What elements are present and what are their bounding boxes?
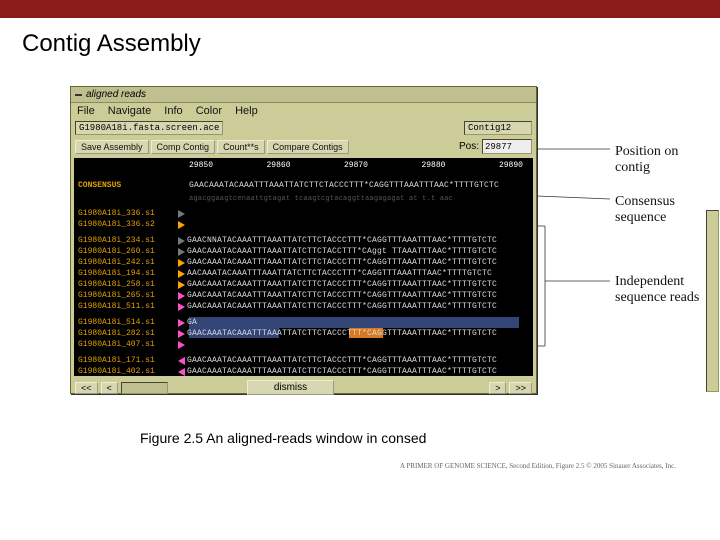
annotation-position: Position oncontig [615, 144, 678, 176]
read-sequence: GAACAAATACAAATTTAAATTATCTTCTACCCTTT*CAGG… [187, 279, 497, 290]
read-direction-icon [178, 330, 185, 338]
read-sequence: GAACAAATACAAATTTAAATTATCTTCTACCCTTT*CAGG… [187, 355, 497, 366]
read-label: G1980A18i_407.s1 [78, 339, 178, 350]
compare-contigs-button[interactable]: Compare Contigs [267, 140, 349, 154]
consensus-sequence: GAACAAATACAAATTTAAATTATCTTCTACCCTTT*CAGG… [189, 180, 499, 191]
consed-aligned-reads-window: aligned reads File Navigate Info Color H… [70, 86, 537, 394]
read-row[interactable]: G1980A18i_282.s1 GAACAAATACAAATTTAAATTATC… [74, 328, 533, 339]
figure-credit: A PRIMER OF GENOME SCIENCE, Second Editi… [400, 462, 676, 470]
read-direction-icon [178, 210, 185, 218]
read-row[interactable]: G1980A18i_234.s1 GAACNNATACAAATTTAAATTATC… [74, 235, 533, 246]
window-title: aligned reads [86, 89, 146, 100]
menu-info[interactable]: Info [164, 105, 182, 117]
read-direction-icon [178, 292, 185, 300]
read-direction-icon [178, 248, 185, 256]
slide-title: Contig Assembly [22, 30, 720, 58]
read-row[interactable]: G1980A18i_194.s1 AACAAATACAAATTTAAATTATCT… [74, 268, 533, 279]
read-label: G1980A18i_260.s1 [78, 246, 178, 257]
read-direction-icon [178, 237, 185, 245]
position-ruler: 2985029860298702988029890 [189, 160, 523, 171]
annotation-reads: Independentsequence reads [615, 274, 699, 306]
read-label: G1980A18i_511.s1 [78, 301, 178, 312]
read-sequence: GAACAAATACAAATTTAAATTATCTTCTACCCTTT*CAGG… [187, 366, 497, 376]
read-row[interactable]: G1980A18i_242.s1 GAACAAATACAAATTTAAATTATC… [74, 257, 533, 268]
horizontal-scrollbar-track[interactable] [121, 382, 168, 394]
grey-band: agacggaagtcenaattgtagat tcaagtcgtacaggtt… [189, 194, 453, 205]
window-menu-icon [75, 94, 82, 96]
read-label: G1980A18i_258.s1 [78, 279, 178, 290]
ace-file-name: G1980A18i.fasta.screen.ace [75, 121, 223, 135]
nav-right-fast-button[interactable]: >> [509, 382, 532, 394]
comp-contig-button[interactable]: Comp Contig [151, 140, 216, 154]
dismiss-button[interactable]: dismiss [247, 380, 334, 395]
read-direction-icon [178, 270, 185, 278]
read-direction-icon [178, 281, 185, 289]
read-label: G1980A18i_242.s1 [78, 257, 178, 268]
read-row[interactable]: G1980A18i_511.s1 GAACAAATACAAATTTAAATTATC… [74, 301, 533, 312]
vertical-scrollbar[interactable] [706, 210, 719, 392]
read-label: G1980A18i_402.s1 [78, 366, 178, 376]
menu-file[interactable]: File [77, 105, 95, 117]
read-sequence: GAACAAATACAAATTTAAATTATCTTCTACCCTTT*CAGG… [187, 301, 497, 312]
read-sequence: GAACAAATACAAATTTAAATTATCTTCTACCCTTT*CAGG… [187, 257, 497, 268]
nav-left-fast-button[interactable]: << [75, 382, 98, 394]
read-row[interactable]: G1980A18i_402.s1 GAACAAATACAAATTTAAATTATC… [74, 366, 533, 376]
read-row[interactable]: G1980A18i_258.s1 GAACAAATACAAATTTAAATTATC… [74, 279, 533, 290]
read-direction-icon [178, 259, 185, 267]
read-sequence: GAACAAATACAAATTTAAATTATCTTCTACCTTT*CAggt… [187, 246, 497, 257]
read-direction-icon [178, 303, 185, 311]
read-sequence: GAACNNATACAAATTTAAATTATCTTCTACCCTTT*CAGG… [187, 235, 497, 246]
read-row[interactable]: G1980A18i_407.s1 [74, 339, 533, 350]
read-label: G1980A18i_194.s1 [78, 268, 178, 279]
read-row[interactable]: G1980A18i_336.s2 [74, 219, 533, 230]
read-direction-icon [178, 319, 185, 327]
read-sequence: GA [187, 317, 197, 328]
read-label: G1980A18i_171.s1 [78, 355, 178, 366]
read-row[interactable]: G1980A18i_514.s1 GA [74, 317, 533, 328]
read-sequence: AACAAATACAAATTTAAATTATCTTCTACCCTTT*CAGGT… [187, 268, 492, 279]
menu-color[interactable]: Color [196, 105, 222, 117]
menu-help[interactable]: Help [235, 105, 258, 117]
pos-input[interactable] [482, 139, 532, 154]
figure-caption: Figure 2.5 An aligned-reads window in co… [140, 430, 426, 446]
read-row[interactable]: G1980A18i_260.s1 GAACAAATACAAATTTAAATTATC… [74, 246, 533, 257]
read-label: G1980A18i_265.s1 [78, 290, 178, 301]
read-sequence: GAACAAATACAAATTTAAATTATCTTCTACCCTTT*CAGG… [187, 328, 497, 339]
contig-name: Contig12 [464, 121, 532, 135]
read-label: G1980A18i_514.s1 [78, 317, 178, 328]
read-direction-icon [178, 341, 185, 349]
read-direction-icon [178, 368, 185, 376]
read-sequence: GAACAAATACAAATTTAAATTATCTTCTACCCTTT*CAGG… [187, 290, 497, 301]
read-row[interactable]: G1980A18i_171.s1 GAACAAATACAAATTTAAATTATC… [74, 355, 533, 366]
nav-right-button[interactable]: > [489, 382, 506, 394]
nav-left-button[interactable]: < [101, 382, 118, 394]
read-direction-icon [178, 357, 185, 365]
read-row[interactable]: G1980A18i_336.s1 [74, 208, 533, 219]
read-row[interactable]: G1980A18i_265.s1 GAACAAATACAAATTTAAATTATC… [74, 290, 533, 301]
read-direction-icon [178, 221, 185, 229]
read-label: G1980A18i_234.s1 [78, 235, 178, 246]
save-assembly-button[interactable]: Save Assembly [75, 140, 149, 154]
read-label: G1980A18i_282.s1 [78, 328, 178, 339]
sequence-view[interactable]: 2985029860298702988029890 CONSENSUS GAAC… [74, 158, 533, 376]
read-label: G1980A18i_336.s2 [78, 219, 178, 230]
consensus-label: CONSENSUS [78, 180, 121, 191]
pos-label: Pos: [459, 141, 479, 152]
menu-navigate[interactable]: Navigate [108, 105, 151, 117]
annotation-consensus: Consensussequence [615, 194, 675, 226]
read-label: G1980A18i_336.s1 [78, 208, 178, 219]
count-stars-button[interactable]: Count**s [217, 140, 265, 154]
window-titlebar: aligned reads [71, 87, 536, 103]
menu-bar: File Navigate Info Color Help [71, 103, 536, 119]
